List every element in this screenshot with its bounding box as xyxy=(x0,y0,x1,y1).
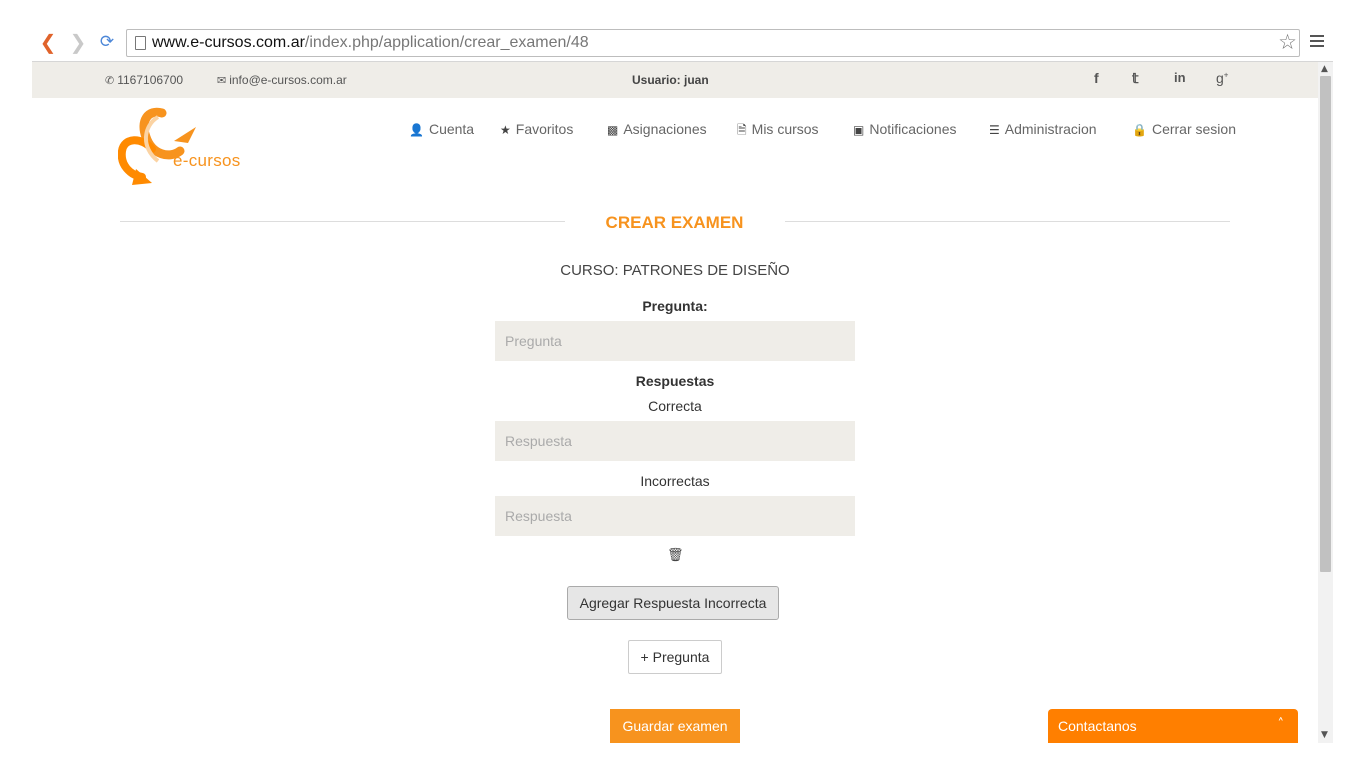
correct-answer-label: Correcta xyxy=(648,398,702,414)
browser-menu-icon[interactable] xyxy=(1310,35,1324,49)
nav-label: Administracion xyxy=(1004,121,1097,137)
bookmark-star-icon[interactable]: ☆ xyxy=(1278,31,1297,53)
nav-label: Asignaciones xyxy=(623,121,707,137)
document-icon: 🗎 xyxy=(737,123,747,137)
inbox-icon: ▣ xyxy=(853,123,865,137)
title-divider-right xyxy=(785,221,1230,222)
page-icon xyxy=(135,36,146,50)
page-title: CREAR EXAMEN xyxy=(605,213,744,232)
nav-cuenta[interactable]: 👤 Cuenta xyxy=(409,121,474,137)
incorrect-answer-input[interactable] xyxy=(495,496,855,536)
forward-icon[interactable]: ❯ xyxy=(67,30,89,54)
nav-label: Cuenta xyxy=(428,121,475,137)
url-path: /index.php/application/crear_examen/48 xyxy=(304,34,589,51)
user-icon: 👤 xyxy=(409,123,424,137)
nav-asignaciones[interactable]: ▩ Asignaciones xyxy=(607,121,707,137)
phone-icon: ✆ xyxy=(105,74,115,87)
scroll-up-icon[interactable]: ▲ xyxy=(1321,64,1328,74)
email-contact[interactable]: ✉ info@e-cursos.com.ar xyxy=(217,73,347,87)
nav-notificaciones[interactable]: ▣ Notificaciones xyxy=(853,121,957,137)
address-bar[interactable]: www.e-cursos.com.ar/index.php/applicatio… xyxy=(126,29,1300,57)
phone-contact: ✆ 1167106700 xyxy=(105,73,183,87)
contact-widget[interactable]: Contactanos ˄ xyxy=(1048,709,1298,743)
phone-number: 1167106700 xyxy=(117,73,184,87)
envelope-icon: ✉ xyxy=(217,74,227,87)
correct-answer-input[interactable] xyxy=(495,421,855,461)
nav-administracion[interactable]: ☰ Administracion xyxy=(989,121,1097,137)
contact-widget-label: Contactanos xyxy=(1058,718,1137,734)
browser-toolbar: ❮ ❯ ⟳ www.e-cursos.com.ar/index.php/appl… xyxy=(32,25,1333,62)
browser-window: ❮ ❯ ⟳ www.e-cursos.com.ar/index.php/appl… xyxy=(32,25,1333,743)
incorrect-answers-label: Incorrectas xyxy=(640,473,710,489)
top-info-bar: ✆ 1167106700 ✉ info@e-cursos.com.ar Usuari… xyxy=(32,62,1318,98)
title-divider-left xyxy=(120,221,565,222)
list-icon: ☰ xyxy=(989,123,1000,137)
nav-label: Notificaciones xyxy=(869,121,957,137)
nav-label: Favoritos xyxy=(515,121,574,137)
star-icon: ★ xyxy=(500,123,511,137)
question-input[interactable] xyxy=(495,321,855,361)
linkedin-icon[interactable]: in xyxy=(1174,70,1186,85)
trash-icon[interactable]: 🗑 xyxy=(667,548,684,563)
nav-label: Mis cursos xyxy=(751,121,819,137)
nav-cerrar-sesion[interactable]: 🔒 Cerrar sesion xyxy=(1132,121,1236,137)
add-question-button[interactable]: + Pregunta xyxy=(628,640,722,674)
current-user: Usuario: juan xyxy=(632,73,709,87)
url-text[interactable]: www.e-cursos.com.ar/index.php/applicatio… xyxy=(152,34,589,52)
scroll-down-icon[interactable]: ▼ xyxy=(1321,730,1328,740)
reload-icon[interactable]: ⟳ xyxy=(96,31,118,53)
email-address: info@e-cursos.com.ar xyxy=(229,73,347,87)
twitter-icon[interactable]: 𝕥 xyxy=(1132,70,1139,87)
add-incorrect-answer-button[interactable]: Agregar Respuesta Incorrecta xyxy=(567,586,779,620)
assignment-icon: ▩ xyxy=(607,123,619,137)
lock-icon: 🔒 xyxy=(1132,123,1147,137)
page-scrollbar[interactable]: ▲ ▼ xyxy=(1318,62,1333,743)
nav-favoritos[interactable]: ★ Favoritos xyxy=(500,121,573,137)
answers-label: Respuestas xyxy=(635,373,715,389)
url-host: www.e-cursos.com.ar xyxy=(152,34,305,51)
logo-text[interactable]: e-cursos xyxy=(173,151,241,171)
facebook-icon[interactable]: f xyxy=(1094,70,1099,86)
nav-label: Cerrar sesion xyxy=(1151,121,1236,137)
scrollbar-thumb[interactable] xyxy=(1320,76,1331,572)
back-icon[interactable]: ❮ xyxy=(37,30,59,54)
save-exam-button[interactable]: Guardar examen xyxy=(610,709,740,743)
course-name: CURSO: PATRONES DE DISEÑO xyxy=(560,262,790,279)
question-label: Pregunta: xyxy=(642,298,708,314)
nav-mis-cursos[interactable]: 🗎 Mis cursos xyxy=(737,121,819,142)
chevron-up-icon[interactable]: ˄ xyxy=(1278,717,1285,732)
google-plus-icon[interactable]: g+ xyxy=(1216,70,1228,86)
e-cursos-logo[interactable] xyxy=(118,107,248,185)
